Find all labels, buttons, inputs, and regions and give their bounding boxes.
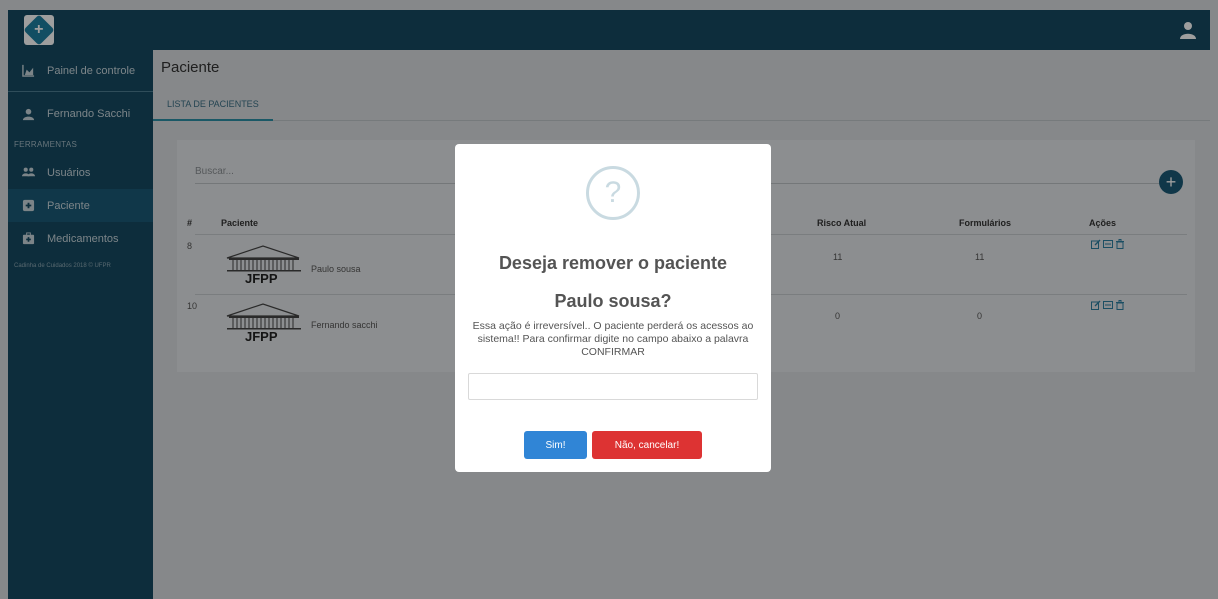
dialog-message: Essa ação é irreversível.. O paciente pe… [472,320,754,358]
dialog-title-line1: Deseja remover o paciente [498,253,728,273]
confirm-button[interactable]: Sim! [524,431,587,459]
confirm-text-input[interactable] [468,373,758,400]
cancel-button[interactable]: Não, cancelar! [592,431,702,459]
confirm-remove-dialog: ? Deseja remover o paciente Paulo sousa?… [455,144,771,472]
dialog-title-line2: Paulo sousa? [554,291,672,311]
question-icon: ? [586,166,640,220]
